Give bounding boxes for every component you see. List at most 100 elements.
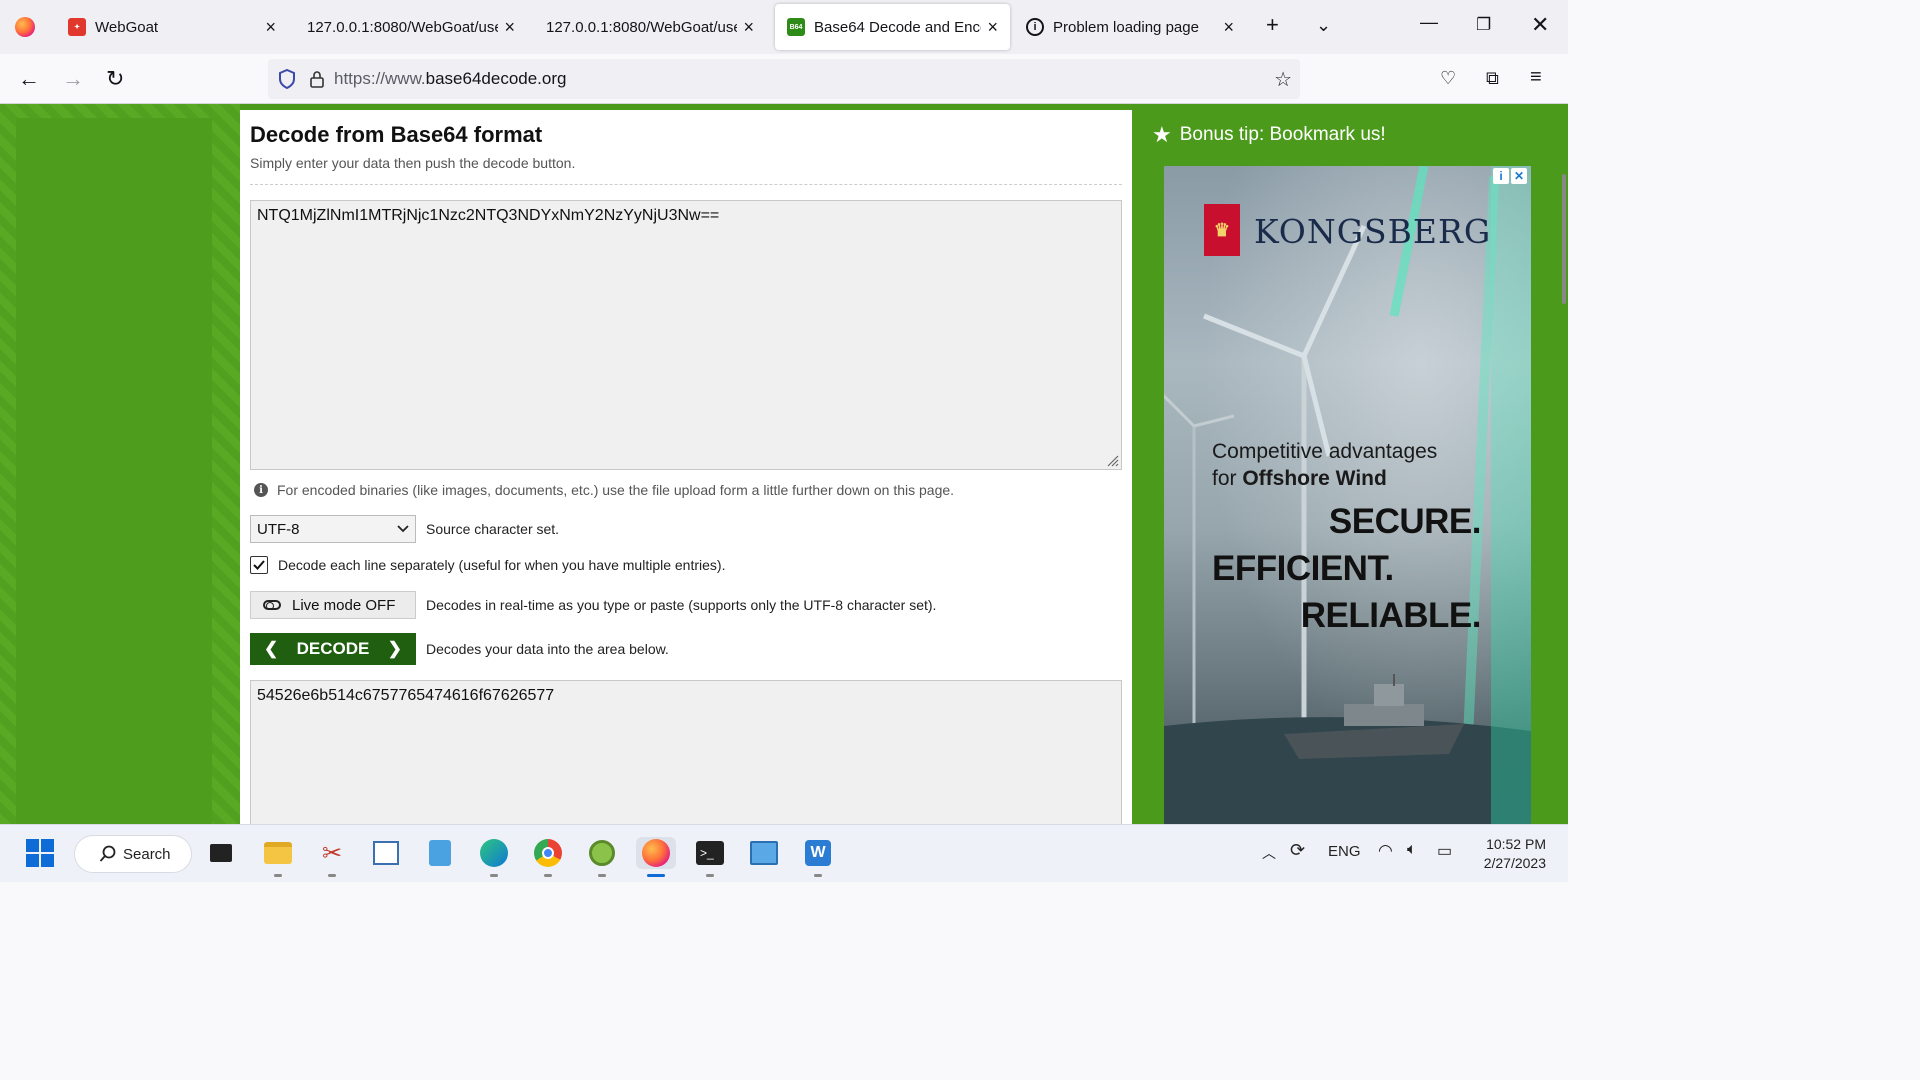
extensions-icon[interactable]: ⧉ [1486, 68, 1499, 89]
star-icon: ★ [1152, 122, 1172, 147]
forward-icon[interactable]: → [62, 66, 84, 92]
navigation-bar: ← → ↻ https://www.base64decode.org ☆ ♡ ⧉… [0, 54, 1568, 104]
charset-select[interactable]: UTF-8 [250, 515, 416, 543]
restore-icon[interactable]: ❐ [1476, 15, 1491, 35]
menu-icon[interactable]: ≡ [1530, 66, 1542, 89]
battery-icon[interactable]: ▭ [1437, 841, 1452, 861]
bonus-tip-text: Bonus tip: Bookmark us! [1179, 124, 1386, 145]
info-icon: i [1026, 18, 1044, 36]
bonus-tip[interactable]: ★ Bonus tip: Bookmark us! [1152, 122, 1386, 148]
chrome-icon[interactable] [532, 837, 564, 877]
decode-button[interactable]: ❮ DECODE ❯ [250, 633, 416, 665]
decode-each-line-checkbox[interactable] [250, 556, 268, 574]
ad-line-2: for Offshore Wind [1212, 467, 1387, 491]
ad-efficient: EFFICIENT. [1212, 549, 1394, 588]
ad-brand: KONGSBERG [1254, 212, 1492, 251]
tab-base64[interactable]: B64 Base64 Decode and Encode × [775, 4, 1010, 50]
ad-info-icon[interactable]: i [1493, 168, 1509, 184]
page-title: Decode from Base64 format [250, 122, 543, 147]
tab-label: WebGoat [95, 18, 159, 36]
ad-line-1: Competitive advantages [1212, 440, 1438, 463]
chevron-left-icon: ❮ [264, 639, 279, 658]
control-panel-icon[interactable] [748, 837, 780, 869]
charset-label: Source character set. [426, 521, 560, 537]
advertisement[interactable]: i ✕ ♛ KONGSBERG Competitive advantages f… [1164, 166, 1531, 824]
task-view-icon[interactable] [205, 837, 237, 869]
charset-row: UTF-8 Source character set. [250, 515, 559, 543]
ad-choices[interactable]: i ✕ [1493, 168, 1527, 184]
url-text[interactable]: https://www.base64decode.org [334, 69, 566, 89]
decode-lines-row: Decode each line separately (useful for … [250, 556, 725, 574]
wordpad-icon[interactable] [370, 837, 402, 869]
output-textarea[interactable]: 54526e6b514c6757765474616f67626577 [250, 680, 1122, 824]
notepad-icon[interactable] [424, 837, 456, 869]
close-tab-icon[interactable]: × [265, 17, 276, 38]
resize-handle-icon[interactable] [1103, 451, 1119, 467]
pocket-icon[interactable]: ♡ [1440, 68, 1456, 89]
firefox-taskbar-icon[interactable] [636, 837, 676, 877]
system-clock[interactable]: 10:52 PM 2/27/2023 [1470, 835, 1546, 873]
back-icon[interactable]: ← [18, 66, 40, 92]
search-icon [99, 845, 116, 862]
info-note: i For encoded binaries (like images, doc… [254, 482, 954, 498]
main-content: Decode from Base64 format Simply enter y… [240, 110, 1132, 824]
language-indicator[interactable]: ENG [1328, 843, 1361, 860]
page-subtitle: Simply enter your data then push the dec… [250, 155, 576, 171]
close-tab-icon[interactable]: × [987, 17, 998, 38]
show-hidden-icons-chevron-icon[interactable]: ︿ [1262, 843, 1276, 863]
ad-line-2-bold: Offshore Wind [1242, 467, 1387, 490]
lock-icon[interactable] [310, 70, 324, 88]
sync-icon[interactable]: ⟳ [1290, 840, 1305, 861]
page-scrollbar[interactable] [1562, 174, 1566, 304]
output-value: 54526e6b514c6757765474616f67626577 [257, 687, 555, 704]
tab-users-2[interactable]: 127.0.0.1:8080/WebGoat/users × [534, 4, 766, 50]
ad-reliable: RELIABLE. [1300, 596, 1482, 635]
close-tab-icon[interactable]: × [1223, 17, 1234, 38]
tab-label: 127.0.0.1:8080/WebGoat/users [546, 18, 738, 36]
close-tab-icon[interactable]: × [504, 17, 515, 38]
info-text: For encoded binaries (like images, docum… [277, 482, 955, 498]
url-bar[interactable]: https://www.base64decode.org ☆ [268, 59, 1300, 99]
left-ad-space [16, 118, 212, 824]
input-textarea[interactable]: NTQ1MjZlNmI1MTRjNjc1Nzc2NTQ3NDYxNmY2NzYy… [250, 200, 1122, 470]
volume-icon[interactable]: 🔈︎ [1407, 841, 1417, 859]
close-window-icon[interactable]: ✕ [1531, 12, 1549, 38]
list-tabs-icon[interactable]: ⌄ [1316, 15, 1331, 36]
checkmark-icon [253, 560, 265, 570]
clock-date: 2/27/2023 [1483, 855, 1546, 871]
url-prefix: https://www. [334, 69, 426, 88]
taskbar-search[interactable]: Search [74, 835, 192, 873]
decode-description: Decodes your data into the area below. [426, 641, 669, 657]
greenshot-icon[interactable] [586, 837, 618, 877]
bookmark-star-icon[interactable]: ☆ [1274, 67, 1292, 92]
decode-button-label: DECODE [296, 639, 370, 658]
close-tab-icon[interactable]: × [743, 17, 754, 38]
terminal-icon[interactable]: >_ [694, 837, 726, 877]
chevron-right-icon: ❯ [387, 639, 402, 658]
minimize-icon[interactable]: — [1420, 12, 1438, 33]
tab-users-1[interactable]: 127.0.0.1:8080/WebGoat/users × [295, 4, 527, 50]
shield-icon[interactable] [278, 69, 296, 89]
search-label: Search [123, 845, 171, 863]
start-windows-icon[interactable] [24, 837, 56, 869]
tab-problem-loading[interactable]: i Problem loading page × [1014, 4, 1246, 50]
file-explorer-icon[interactable] [262, 837, 294, 877]
reload-icon[interactable]: ↻ [106, 66, 124, 92]
toggle-icon [263, 600, 281, 610]
boat-illustration [1284, 674, 1464, 759]
live-mode-toggle-button[interactable]: Live mode OFF [250, 591, 416, 619]
kongsberg-logo: ♛ [1204, 204, 1240, 256]
wifi-icon[interactable]: ◠ [1378, 841, 1393, 861]
live-mode-row: Live mode OFF Decodes in real-time as yo… [250, 591, 936, 619]
snipping-tool-icon[interactable]: ✂ [316, 837, 348, 877]
ad-close-icon[interactable]: ✕ [1511, 168, 1527, 184]
firefox-menu-icon[interactable] [0, 0, 50, 54]
edge-icon[interactable] [478, 837, 510, 877]
tab-webgoat[interactable]: ✦ WebGoat × [56, 4, 288, 50]
word-icon[interactable]: W [802, 837, 834, 877]
divider [250, 184, 1122, 185]
new-tab-icon[interactable]: + [1266, 12, 1279, 38]
tab-label: Problem loading page [1053, 18, 1199, 36]
live-mode-label: Live mode OFF [292, 596, 396, 614]
web-page: Decode from Base64 format Simply enter y… [0, 104, 1568, 824]
